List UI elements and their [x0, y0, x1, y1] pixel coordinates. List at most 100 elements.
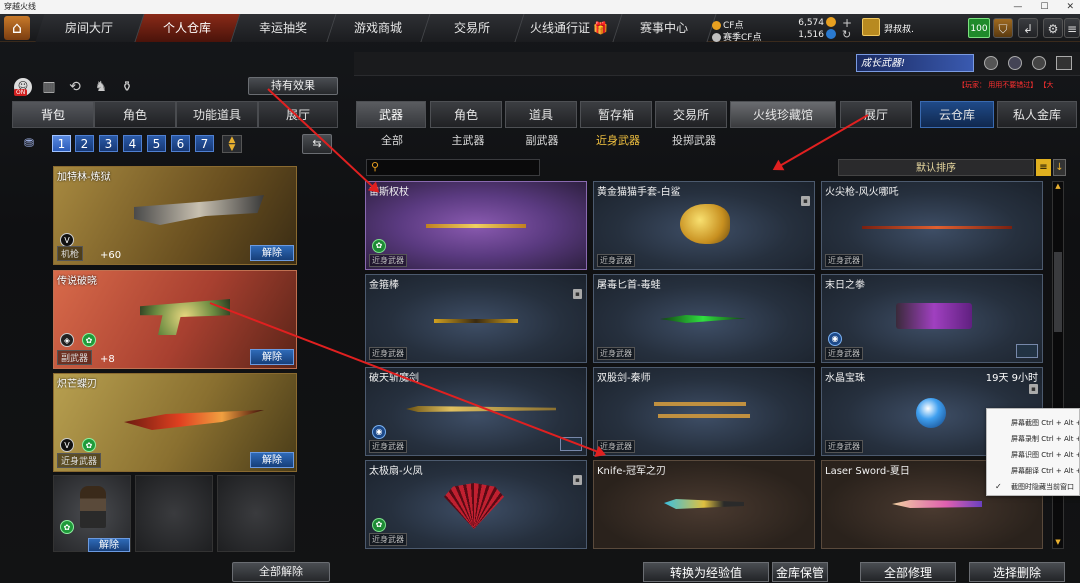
v-badge-icon[interactable]: [984, 56, 998, 70]
shield-icon[interactable]: ⛉: [993, 18, 1013, 38]
empty-slot[interactable]: [217, 475, 295, 552]
select-delete-button[interactable]: 选择删除: [969, 562, 1065, 582]
sync-icon[interactable]: ⟲: [66, 78, 84, 96]
repair-all-button[interactable]: 全部修理: [860, 562, 956, 582]
subtab-primary[interactable]: 主武器: [444, 131, 492, 151]
left-tab-character[interactable]: 角色: [94, 101, 176, 128]
weapon-card[interactable]: 屠毒匕首-毒蛙 近身武器: [593, 274, 815, 363]
character-slot[interactable]: ✿ 解除: [53, 475, 131, 552]
gift-icon: 🎁: [592, 21, 608, 35]
tab-items[interactable]: 道具: [505, 101, 577, 128]
exit-icon[interactable]: ↲: [1018, 18, 1038, 38]
nav-tab-shop[interactable]: 游戏商城: [327, 14, 431, 42]
weapon-card[interactable]: 双股剑-秦师 近身武器: [593, 367, 815, 456]
left-tab-items[interactable]: 功能道具: [176, 101, 258, 128]
page-button-2[interactable]: 2: [75, 135, 94, 152]
weapon-card[interactable]: 黄金猫猫手套-白鲨 ▪ 近身武器: [593, 181, 815, 270]
sort-direction-icon[interactable]: ↓: [1053, 159, 1066, 176]
page-button-5[interactable]: 5: [147, 135, 166, 152]
weapon-card[interactable]: 太极扇-火凤 ▪ ✿ 近身武器: [365, 460, 587, 549]
inventory-card[interactable]: 炽芒蝶刃 V ✿ 近身武器 解除: [53, 373, 297, 472]
left-tab-backpack[interactable]: 背包: [12, 101, 94, 128]
minimize-icon[interactable]: —: [1013, 0, 1022, 14]
tab-cloud-warehouse[interactable]: 云仓库: [920, 101, 994, 128]
nav-tab-exchange[interactable]: 交易所: [421, 14, 525, 42]
nav-tab-events[interactable]: 赛事中心: [613, 14, 717, 42]
tab-character[interactable]: 角色: [430, 101, 502, 128]
subtab-throwing[interactable]: 投掷武器: [666, 131, 722, 151]
nav-tab-battle-pass[interactable]: 火线通行证 🎁: [515, 14, 623, 42]
vault-store-button[interactable]: 金库保管: [772, 562, 828, 582]
tab-storage[interactable]: 暂存箱: [580, 101, 652, 128]
page-button-1[interactable]: 1: [52, 135, 71, 152]
tab-collection[interactable]: 火线珍藏馆: [730, 101, 836, 128]
list-view-icon[interactable]: ≡: [1036, 159, 1051, 176]
menu-item-hide-window[interactable]: ✓ 截图时隐藏当前窗口: [987, 479, 1079, 495]
weapon-card[interactable]: Knife-冠军之刃: [593, 460, 815, 549]
level-badge: 100: [968, 18, 990, 38]
menu-item-screenshot[interactable]: 屏幕截图 Ctrl + Alt + A: [987, 415, 1079, 431]
sort-dropdown[interactable]: 默认排序: [838, 159, 1034, 176]
nav-tab-lobby[interactable]: 房间大厅: [35, 14, 145, 42]
weapon-card[interactable]: 末日之拳 ◉ 近身武器: [821, 274, 1043, 363]
tab-private-vault[interactable]: 私人金库: [997, 101, 1077, 128]
lock-icon[interactable]: ▪: [1029, 384, 1038, 394]
effects-button[interactable]: 持有效果: [248, 77, 338, 95]
tab-exchange[interactable]: 交易所: [655, 101, 727, 128]
remove-all-button[interactable]: 全部解除: [232, 562, 330, 582]
weapon-image: [664, 499, 744, 509]
nav-tab-lottery[interactable]: 幸运抽奖: [231, 14, 337, 42]
butterfly-blade-image: [124, 410, 264, 430]
lock-icon[interactable]: ▪: [801, 196, 810, 206]
skin-preview-icon[interactable]: [1016, 344, 1038, 358]
menu-item-record[interactable]: 屏幕录制 Ctrl + Alt + S: [987, 431, 1079, 447]
menu-item-translate[interactable]: 屏幕翻译 Ctrl + Alt + F: [987, 463, 1079, 479]
scroll-down-icon[interactable]: ▼: [1054, 538, 1062, 548]
search-box[interactable]: ⚲: [366, 159, 540, 176]
w-logo-icon[interactable]: [1056, 56, 1072, 70]
inventory-card[interactable]: 传说破晓 ◈ ✿ 副武器 +8 解除: [53, 270, 297, 369]
remove-button[interactable]: 解除: [250, 349, 294, 365]
nav-tab-warehouse[interactable]: 个人仓库: [135, 14, 241, 42]
convert-to-exp-button[interactable]: 转换为经验值: [643, 562, 769, 582]
character-pose-icon[interactable]: ♞: [92, 78, 110, 96]
scrollbar-thumb[interactable]: [1054, 252, 1062, 332]
inventory-card[interactable]: 加特林-炼狱 V 机枪 +60 解除: [53, 166, 297, 265]
target-icon[interactable]: [1008, 56, 1022, 70]
remove-button[interactable]: 解除: [250, 452, 294, 468]
crossed-swords-icon[interactable]: [1032, 56, 1046, 70]
close-icon[interactable]: ✕: [1066, 0, 1074, 14]
subtab-secondary[interactable]: 副武器: [518, 131, 566, 151]
page-button-3[interactable]: 3: [99, 135, 118, 152]
weapon-image: [680, 204, 730, 244]
growth-weapon-banner[interactable]: 成长武器!: [856, 54, 974, 72]
search-input[interactable]: [387, 161, 537, 174]
gear-icon[interactable]: ⚙: [1043, 18, 1063, 38]
remove-button[interactable]: 解除: [250, 245, 294, 261]
subtab-melee[interactable]: 近身武器: [592, 131, 644, 151]
menu-icon[interactable]: ≡: [1064, 18, 1080, 38]
scroll-up-icon[interactable]: ▲: [1054, 182, 1062, 192]
page-button-7[interactable]: 7: [195, 135, 214, 152]
bag-icon[interactable]: ⚱: [118, 78, 136, 96]
page-stepper-icon[interactable]: ▲ ▼: [222, 135, 242, 153]
weapon-card[interactable]: 火尖枪-风火哪吒 近身武器: [821, 181, 1043, 270]
weapon-card[interactable]: 金箍棒 ▪ 近身武器: [365, 274, 587, 363]
home-button[interactable]: ⌂: [4, 16, 30, 40]
page-button-6[interactable]: 6: [171, 135, 190, 152]
chart-icon[interactable]: ▥: [40, 78, 58, 96]
lock-icon[interactable]: ▪: [573, 475, 582, 485]
refresh-icon[interactable]: ↻: [842, 28, 851, 41]
left-tab-showroom[interactable]: 展厅: [258, 101, 338, 128]
empty-slot[interactable]: [135, 475, 213, 552]
character-remove-button[interactable]: 解除: [88, 538, 130, 552]
maximize-icon[interactable]: ☐: [1040, 0, 1048, 14]
tab-weapons[interactable]: 武器: [356, 101, 426, 128]
backpack-icon[interactable]: ⛃: [24, 136, 40, 152]
weapon-card[interactable]: 破天斩魔剑 ◉ 近身武器: [365, 367, 587, 456]
menu-item-recognize[interactable]: 屏幕识图 Ctrl + Alt + O: [987, 447, 1079, 463]
page-button-4[interactable]: 4: [123, 135, 142, 152]
weapon-card[interactable]: 宙斯权杖 ✿ 近身武器: [365, 181, 587, 270]
subtab-all[interactable]: 全部: [370, 131, 414, 151]
lock-icon[interactable]: ▪: [573, 289, 582, 299]
